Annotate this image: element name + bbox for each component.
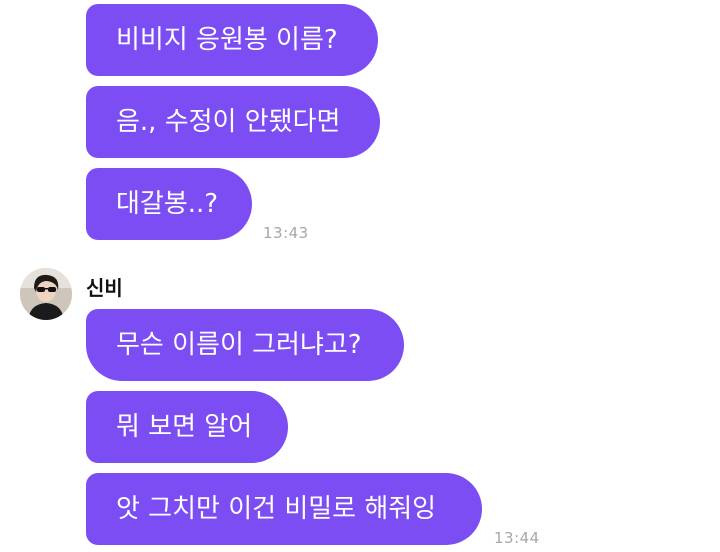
message-timestamp: 13:43 bbox=[263, 224, 309, 242]
message-timestamp: 13:44 bbox=[494, 529, 540, 547]
sender-avatar[interactable] bbox=[20, 268, 72, 320]
message-bubble[interactable]: 음., 수정이 안됐다면 bbox=[86, 86, 380, 158]
message-bubble[interactable]: 뭐 보면 알어 bbox=[86, 391, 288, 463]
avatar-photo-icon bbox=[20, 268, 72, 320]
message-bubble[interactable]: 비비지 응원봉 이름? bbox=[86, 4, 378, 76]
message-bubble[interactable]: 무슨 이름이 그러냐고? bbox=[86, 309, 404, 381]
message-bubble[interactable]: 대갈봉..? bbox=[86, 168, 252, 240]
sender-name: 신비 bbox=[86, 276, 123, 300]
message-bubble[interactable]: 앗 그치만 이건 비밀로 해줘잉 bbox=[86, 473, 482, 545]
